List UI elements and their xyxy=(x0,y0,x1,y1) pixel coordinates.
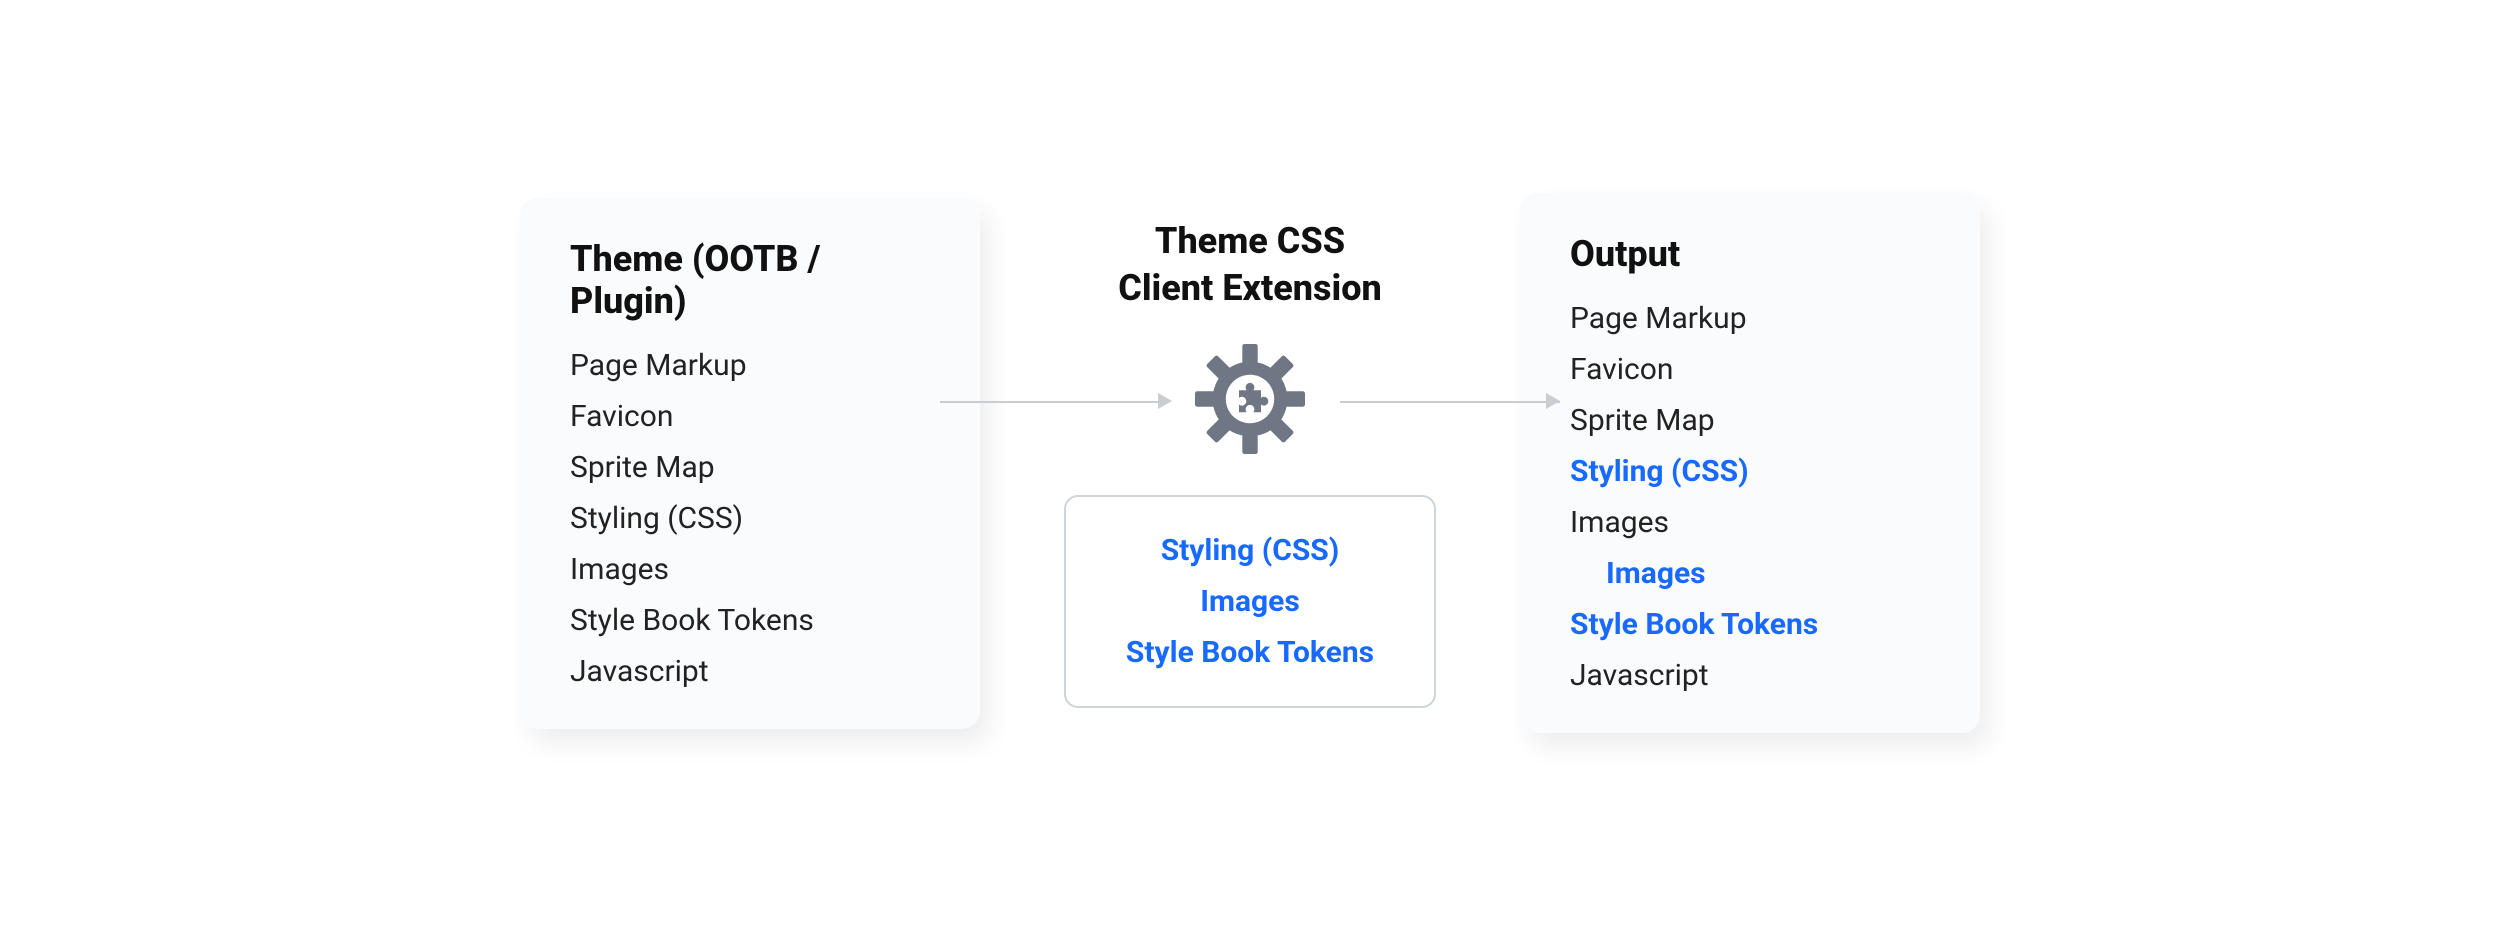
list-item: Style Book Tokens xyxy=(1570,607,1930,642)
output-panel: Output Page Markup Favicon Sprite Map St… xyxy=(1520,193,1980,733)
gear-puzzle-icon xyxy=(1183,344,1317,458)
list-item: Styling (CSS) xyxy=(570,501,930,536)
extension-title: Theme CSS Client Extension xyxy=(1118,218,1382,312)
extension-contents-box: Styling (CSS) Images Style Book Tokens xyxy=(1064,495,1436,708)
list-item: Images xyxy=(1570,556,1930,591)
extension-title-line1: Theme CSS xyxy=(1155,220,1345,262)
list-item: Style Book Tokens xyxy=(570,603,930,638)
list-item: Page Markup xyxy=(1570,301,1930,336)
list-item: Favicon xyxy=(570,399,930,434)
arrow-right xyxy=(1340,401,1560,403)
extension-title-line2: Client Extension xyxy=(1118,267,1382,309)
list-item: Javascript xyxy=(570,654,930,689)
arrow-head-left-icon xyxy=(1158,393,1172,409)
list-item: Sprite Map xyxy=(570,450,930,485)
theme-panel: Theme (OOTB / Plugin) Page Markup Favico… xyxy=(520,198,980,729)
list-item: Styling (CSS) xyxy=(1570,454,1930,489)
theme-panel-list: Page Markup Favicon Sprite Map Styling (… xyxy=(570,348,930,689)
output-panel-title: Output xyxy=(1570,233,1930,275)
list-item: Images xyxy=(570,552,930,587)
theme-panel-title: Theme (OOTB / Plugin) xyxy=(570,238,930,322)
arrow-left xyxy=(940,401,1160,403)
extension-item: Style Book Tokens xyxy=(1126,627,1374,678)
list-item: Images xyxy=(1570,505,1930,540)
gear-row xyxy=(980,341,1520,461)
list-item: Javascript xyxy=(1570,658,1930,693)
list-item: Favicon xyxy=(1570,352,1930,387)
extension-item: Styling (CSS) xyxy=(1126,525,1374,576)
extension-item: Images xyxy=(1126,576,1374,627)
arrow-head-right-icon xyxy=(1546,393,1560,409)
extension-column: Theme CSS Client Extension xyxy=(980,218,1520,709)
list-item: Page Markup xyxy=(570,348,930,383)
output-panel-list: Page Markup Favicon Sprite Map Styling (… xyxy=(1570,301,1930,693)
diagram-stage: Theme (OOTB / Plugin) Page Markup Favico… xyxy=(520,193,1980,733)
list-item: Sprite Map xyxy=(1570,403,1930,438)
